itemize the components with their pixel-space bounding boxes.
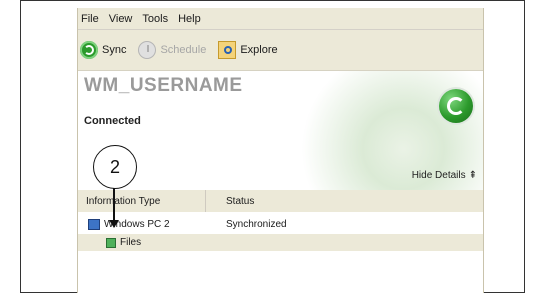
menu-bar: File View Tools Help xyxy=(78,8,483,30)
menu-view[interactable]: View xyxy=(109,13,133,25)
clock-icon xyxy=(138,41,157,59)
explore-icon xyxy=(218,41,237,59)
menu-file[interactable]: File xyxy=(81,13,99,25)
sync-status-icon[interactable] xyxy=(439,89,473,123)
explore-label: Explore xyxy=(240,44,278,56)
device-status-panel: WM_USERNAME Connected Hide Details ⇞ xyxy=(78,70,483,192)
toolbar: Sync Schedule Explore xyxy=(78,30,483,70)
sync-button[interactable]: Sync xyxy=(80,41,126,59)
menu-tools[interactable]: Tools xyxy=(142,13,168,25)
row-name: Files xyxy=(120,237,142,248)
column-status[interactable]: Status xyxy=(206,196,254,207)
sync-list: Windows PC 2 Synchronized Files xyxy=(78,212,483,293)
device-username: WM_USERNAME xyxy=(84,75,243,96)
list-header: Information Type Status xyxy=(78,190,483,213)
row-status: Synchronized xyxy=(226,219,287,230)
column-information-type[interactable]: Information Type xyxy=(78,190,206,212)
schedule-label: Schedule xyxy=(160,44,207,56)
callout-number-badge: 2 xyxy=(93,145,137,189)
menu-help[interactable]: Help xyxy=(178,13,201,25)
hide-details-label: Hide Details xyxy=(411,170,466,181)
explore-button[interactable]: Explore xyxy=(218,41,278,59)
callout-arrowhead xyxy=(109,220,119,228)
hide-details-button[interactable]: Hide Details ⇞ xyxy=(412,170,477,181)
computer-icon xyxy=(88,219,100,230)
callout-number: 2 xyxy=(109,156,120,177)
list-row-windows-pc[interactable]: Windows PC 2 Synchronized xyxy=(78,216,483,233)
list-row-files[interactable]: Files xyxy=(78,234,483,251)
callout-pointer-line xyxy=(113,187,115,223)
activesync-window: File View Tools Help Sync Schedule Explo… xyxy=(77,8,484,293)
schedule-button[interactable]: Schedule xyxy=(138,41,206,59)
files-icon xyxy=(106,237,116,248)
double-chevron-up-icon: ⇞ xyxy=(468,170,477,181)
sync-icon xyxy=(80,41,98,59)
sync-label: Sync xyxy=(102,44,127,56)
connection-status: Connected xyxy=(84,115,141,127)
